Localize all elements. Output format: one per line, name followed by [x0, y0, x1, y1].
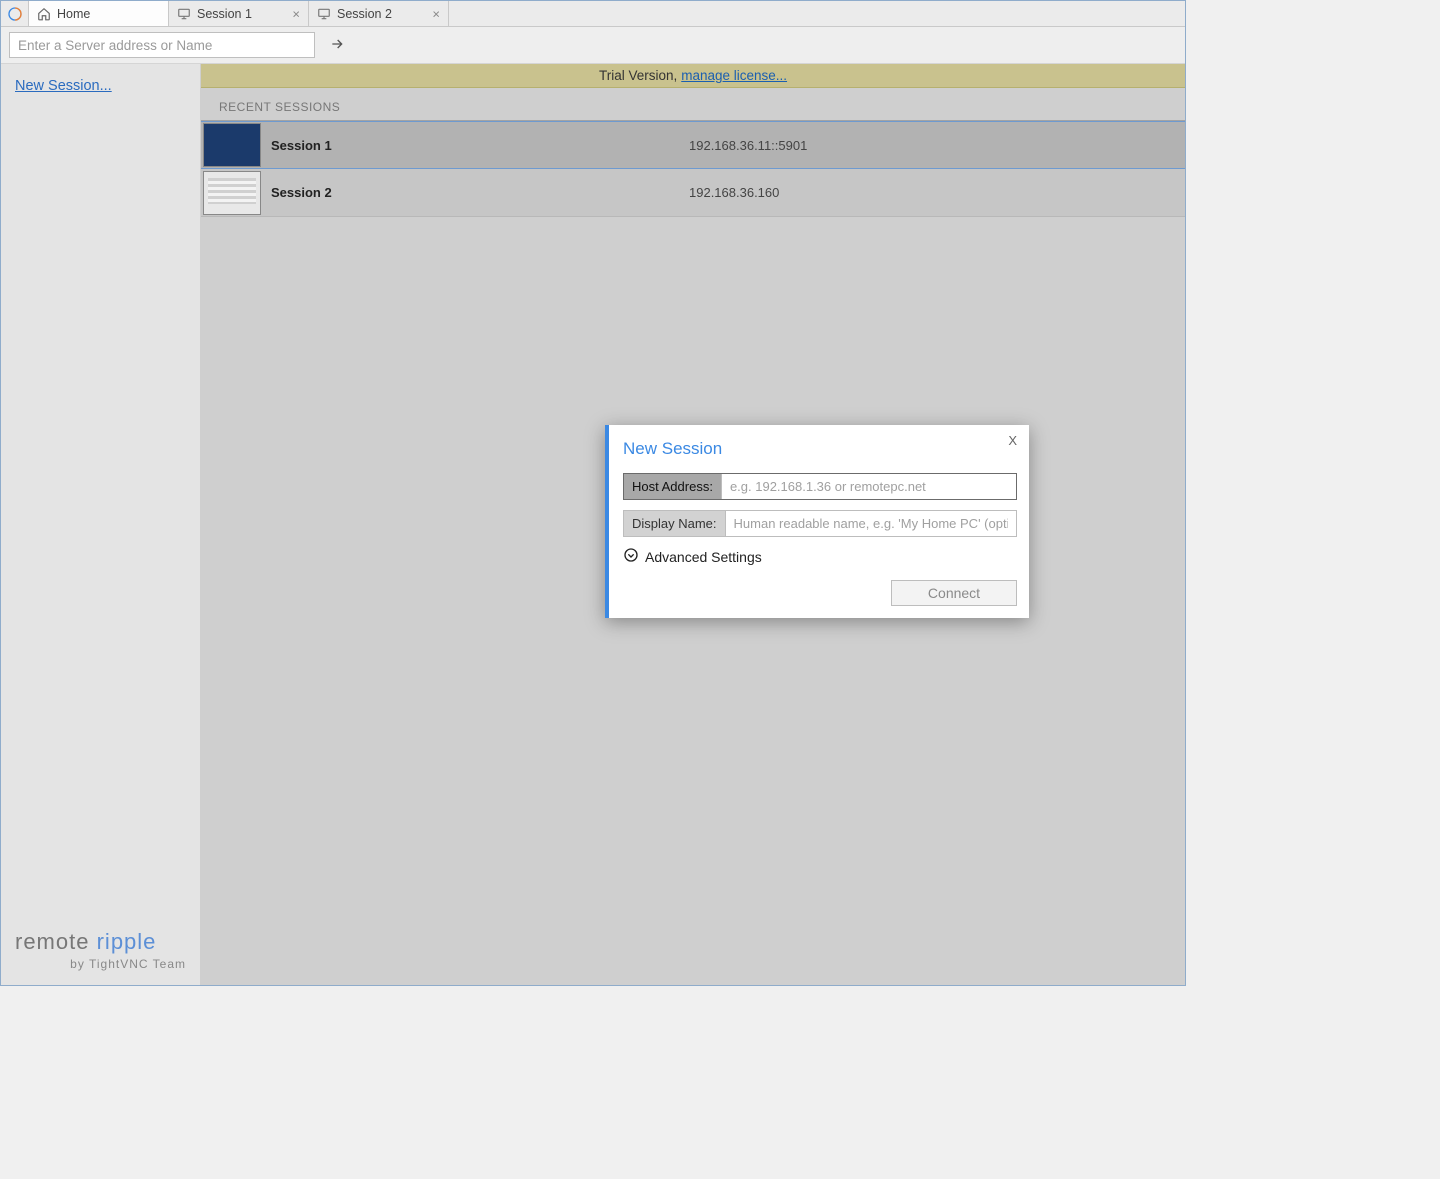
advanced-settings-toggle[interactable]: Advanced Settings [623, 547, 1017, 566]
address-bar [1, 27, 1185, 64]
new-session-dialog: X New Session Host Address: Display Name… [605, 425, 1029, 618]
branding-subtitle: by TightVNC Team [15, 957, 186, 971]
host-address-field: Host Address: [623, 473, 1017, 500]
manage-license-link[interactable]: manage license... [681, 68, 787, 83]
host-address-input[interactable] [722, 474, 1016, 499]
home-icon [37, 7, 51, 21]
go-button[interactable] [325, 33, 349, 57]
session-thumbnail [203, 123, 261, 167]
tab-session-2[interactable]: Session 2 × [309, 1, 449, 26]
advanced-settings-label: Advanced Settings [645, 549, 762, 565]
host-address-label: Host Address: [624, 474, 722, 499]
new-session-link[interactable]: New Session... [15, 78, 186, 94]
branding-word-2: ripple [97, 929, 157, 954]
branding-word-1: remote [15, 929, 89, 954]
display-name-field: Display Name: [623, 510, 1017, 537]
close-icon[interactable]: × [432, 7, 440, 20]
branding-logo: remote ripple by TightVNC Team [15, 929, 186, 971]
display-name-input[interactable] [726, 511, 1016, 536]
session-row[interactable]: Session 2 192.168.36.160 [201, 169, 1185, 217]
chevron-down-icon [623, 547, 639, 566]
session-address: 192.168.36.160 [689, 185, 779, 200]
tab-bar: Home Session 1 × Session 2 × [1, 1, 1185, 27]
app-logo-icon [1, 1, 29, 26]
session-address: 192.168.36.11::5901 [689, 138, 807, 153]
dialog-title: New Session [623, 439, 1017, 459]
tab-session-1-label: Session 1 [197, 7, 252, 21]
session-row[interactable]: Session 1 192.168.36.11::5901 [201, 121, 1185, 169]
session-name: Session 2 [271, 185, 689, 200]
sidebar: New Session... remote ripple by TightVNC… [1, 64, 201, 985]
monitor-icon [177, 7, 191, 21]
dialog-close-button[interactable]: X [1008, 433, 1017, 448]
display-name-label: Display Name: [624, 511, 726, 536]
trial-banner: Trial Version, manage license... [201, 64, 1185, 88]
monitor-icon [317, 7, 331, 21]
recent-sessions-header: RECENT SESSIONS [201, 88, 1185, 120]
arrow-right-icon [329, 36, 345, 55]
connect-button[interactable]: Connect [891, 580, 1017, 606]
session-name: Session 1 [271, 138, 689, 153]
server-address-input[interactable] [9, 32, 315, 58]
tab-session-1[interactable]: Session 1 × [169, 1, 309, 26]
tab-session-2-label: Session 2 [337, 7, 392, 21]
tab-home-label: Home [57, 7, 90, 21]
recent-sessions-list: Session 1 192.168.36.11::5901 Session 2 … [201, 120, 1185, 217]
tab-home[interactable]: Home [29, 1, 169, 26]
close-icon[interactable]: × [292, 7, 300, 20]
trial-text: Trial Version, [599, 68, 677, 83]
session-thumbnail [203, 171, 261, 215]
